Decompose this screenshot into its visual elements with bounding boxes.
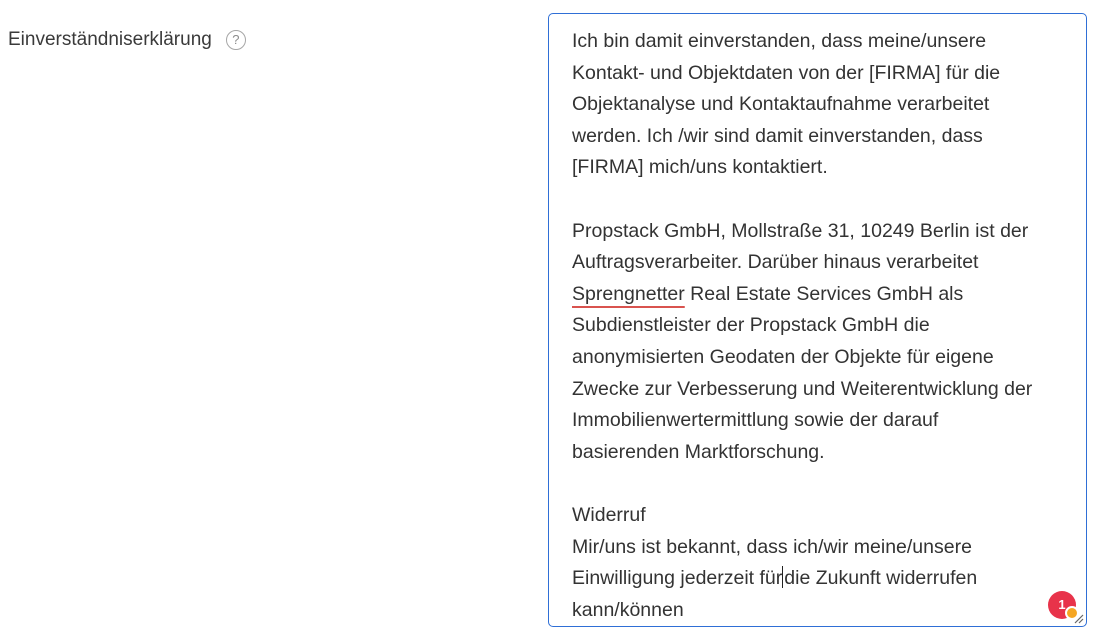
textarea-line: Mir/uns ist bekannt, dass ich/wir meine/… bbox=[572, 535, 972, 558]
textarea-line: Ich bin damit einverstanden, dass meine/… bbox=[572, 30, 987, 52]
textarea-line: Auftragsverarbeiter. Darüber hinaus vera… bbox=[572, 251, 979, 274]
textarea-line-end: die Zukunft widerrufen bbox=[784, 567, 978, 590]
textarea-line bbox=[572, 184, 1072, 216]
field-label-group: Einverständniserklärung ? bbox=[8, 28, 246, 52]
grammar-check-badge[interactable]: 1 bbox=[1048, 591, 1079, 620]
textarea-line-start: Einwilligung jederzeit für bbox=[572, 567, 783, 590]
textarea-line: werden. Ich /wir sind damit einverstande… bbox=[572, 124, 983, 147]
misspelled-word[interactable]: Sprengnetter bbox=[572, 283, 685, 305]
textarea-line: anonymisierten Geodaten der Objekte für … bbox=[572, 345, 994, 368]
textarea-line: Subdienstleister der Propstack GmbH die bbox=[572, 314, 930, 337]
textarea-line: basierenden Marktforschung. bbox=[572, 440, 825, 463]
textarea-line: Sprengnetter Real Estate Services GmbH a… bbox=[572, 279, 1072, 311]
textarea-line: [FIRMA] mich/uns kontaktiert. bbox=[572, 156, 828, 179]
textarea-line: Kontakt- und Objektdaten von der [FIRMA]… bbox=[572, 61, 1001, 84]
grammar-status-dot-icon bbox=[1065, 606, 1079, 620]
consent-field-label: Einverständniserklärung bbox=[8, 29, 212, 50]
textarea-line: Objektanalyse und Kontaktaufnahme verarb… bbox=[572, 93, 990, 116]
textarea-line-rest: Real Estate Services GmbH als bbox=[690, 282, 964, 305]
textarea-line: Immobilienwertermittlung sowie der darau… bbox=[572, 409, 939, 432]
textarea-line: Widerruf bbox=[572, 503, 646, 526]
consent-textarea[interactable]: Ich bin damit einverstanden, dass meine/… bbox=[548, 13, 1087, 627]
textarea-line bbox=[572, 468, 1072, 500]
textarea-line: Einwilligung jederzeit für die Zukunft wi… bbox=[572, 563, 1072, 595]
consent-form-row: Einverständniserklärung ? Ich bin damit … bbox=[0, 0, 1107, 642]
question-circle-icon[interactable]: ? bbox=[225, 30, 246, 50]
textarea-line: Zwecke zur Verbesserung und Weiterentwic… bbox=[572, 377, 1033, 400]
textarea-line: Propstack GmbH, Mollstraße 31, 10249 Ber… bbox=[572, 219, 1029, 242]
textarea-line: kann/können bbox=[572, 598, 684, 621]
